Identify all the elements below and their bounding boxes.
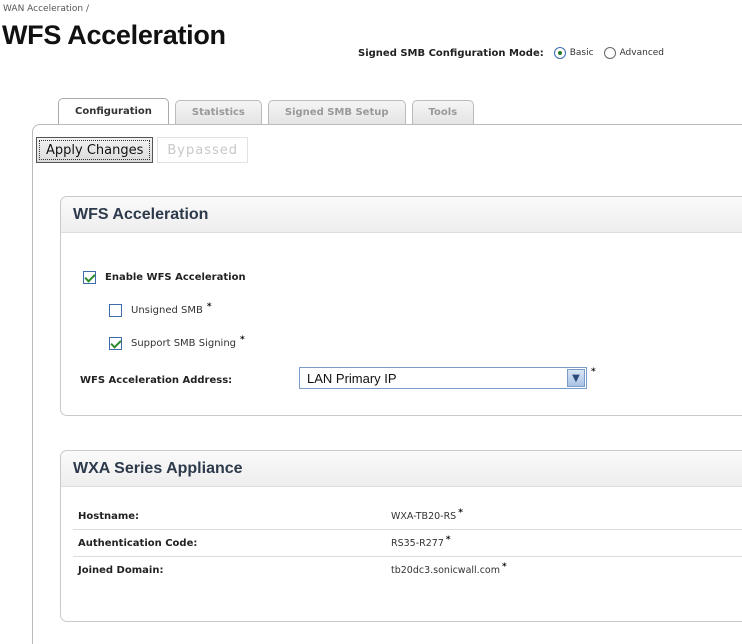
wxa-panel-title: WXA Series Appliance (61, 451, 742, 487)
wfs-address-select[interactable]: LAN Primary IP ▼ (299, 367, 587, 389)
enable-wfs-row[interactable]: Enable WFS Acceleration (83, 271, 246, 284)
table-row: Authentication Code: RS35-R277 * (73, 530, 742, 557)
auth-code-value: RS35-R277 * (391, 534, 451, 549)
breadcrumb[interactable]: WAN Acceleration / (3, 4, 89, 14)
unsigned-smb-label[interactable]: Unsigned SMB (131, 305, 203, 316)
tab-statistics[interactable]: Statistics (174, 100, 262, 124)
hostname-asterisk: * (458, 507, 463, 518)
enable-wfs-label[interactable]: Enable WFS Acceleration (105, 272, 246, 283)
tab-configuration[interactable]: Configuration (58, 98, 169, 124)
chevron-down-icon[interactable]: ▼ (567, 369, 585, 387)
auth-code-text: RS35-R277 (391, 537, 444, 549)
tab-bar: Configuration Statistics Signed SMB Setu… (58, 98, 480, 124)
tab-tools[interactable]: Tools (411, 100, 475, 124)
radio-advanced-label[interactable]: Advanced (620, 48, 664, 58)
wfs-panel-title: WFS Acceleration (61, 197, 742, 233)
smb-mode-selector: Signed SMB Configuration Mode: Basic Adv… (358, 47, 674, 59)
support-signing-checkbox[interactable] (109, 337, 122, 350)
table-row: Hostname: WXA-TB20-RS * (73, 503, 742, 530)
smb-mode-label: Signed SMB Configuration Mode: (358, 47, 544, 59)
bypassed-button[interactable]: Bypassed (157, 137, 249, 163)
tab-signed-smb-setup[interactable]: Signed SMB Setup (267, 100, 406, 124)
enable-wfs-checkbox[interactable] (83, 271, 96, 284)
support-signing-asterisk: * (240, 334, 245, 345)
wxa-appliance-panel: WXA Series Appliance Hostname: WXA-TB20-… (60, 450, 742, 622)
support-signing-label[interactable]: Support SMB Signing (131, 338, 236, 349)
support-signing-row[interactable]: Support SMB Signing * (109, 334, 245, 350)
page-title: WFS Acceleration (2, 20, 226, 50)
wfs-address-label: WFS Acceleration Address: (80, 375, 233, 386)
radio-basic[interactable]: Basic (553, 47, 594, 59)
hostname-value: WXA-TB20-RS * (391, 507, 463, 522)
unsigned-smb-row[interactable]: Unsigned SMB * (109, 301, 212, 317)
action-buttons: Apply Changes Bypassed (36, 137, 249, 163)
wfs-acceleration-panel: WFS Acceleration Enable WFS Acceleration… (60, 196, 742, 416)
radio-advanced-indicator[interactable] (603, 47, 616, 59)
apply-changes-button[interactable]: Apply Changes (36, 137, 154, 163)
unsigned-smb-checkbox[interactable] (109, 304, 122, 317)
wfs-address-asterisk: * (591, 367, 596, 377)
joined-domain-value: tb20dc3.sonicwall.com * (391, 562, 507, 576)
wfs-address-value[interactable]: LAN Primary IP (300, 371, 567, 386)
auth-code-label: Authentication Code: (78, 537, 198, 549)
joined-domain-asterisk: * (502, 562, 507, 572)
radio-basic-indicator[interactable] (553, 47, 566, 59)
unsigned-smb-asterisk: * (206, 301, 212, 312)
auth-code-asterisk: * (445, 534, 451, 545)
wxa-info-table: Hostname: WXA-TB20-RS * Authentication Co… (73, 503, 742, 584)
radio-basic-label[interactable]: Basic (570, 48, 594, 58)
joined-domain-text: tb20dc3.sonicwall.com (391, 565, 500, 576)
joined-domain-label: Joined Domain: (78, 565, 164, 576)
hostname-text: WXA-TB20-RS (391, 510, 457, 522)
radio-advanced[interactable]: Advanced (603, 47, 664, 59)
hostname-label: Hostname: (78, 510, 140, 522)
table-row: Joined Domain: tb20dc3.sonicwall.com * (73, 557, 742, 584)
